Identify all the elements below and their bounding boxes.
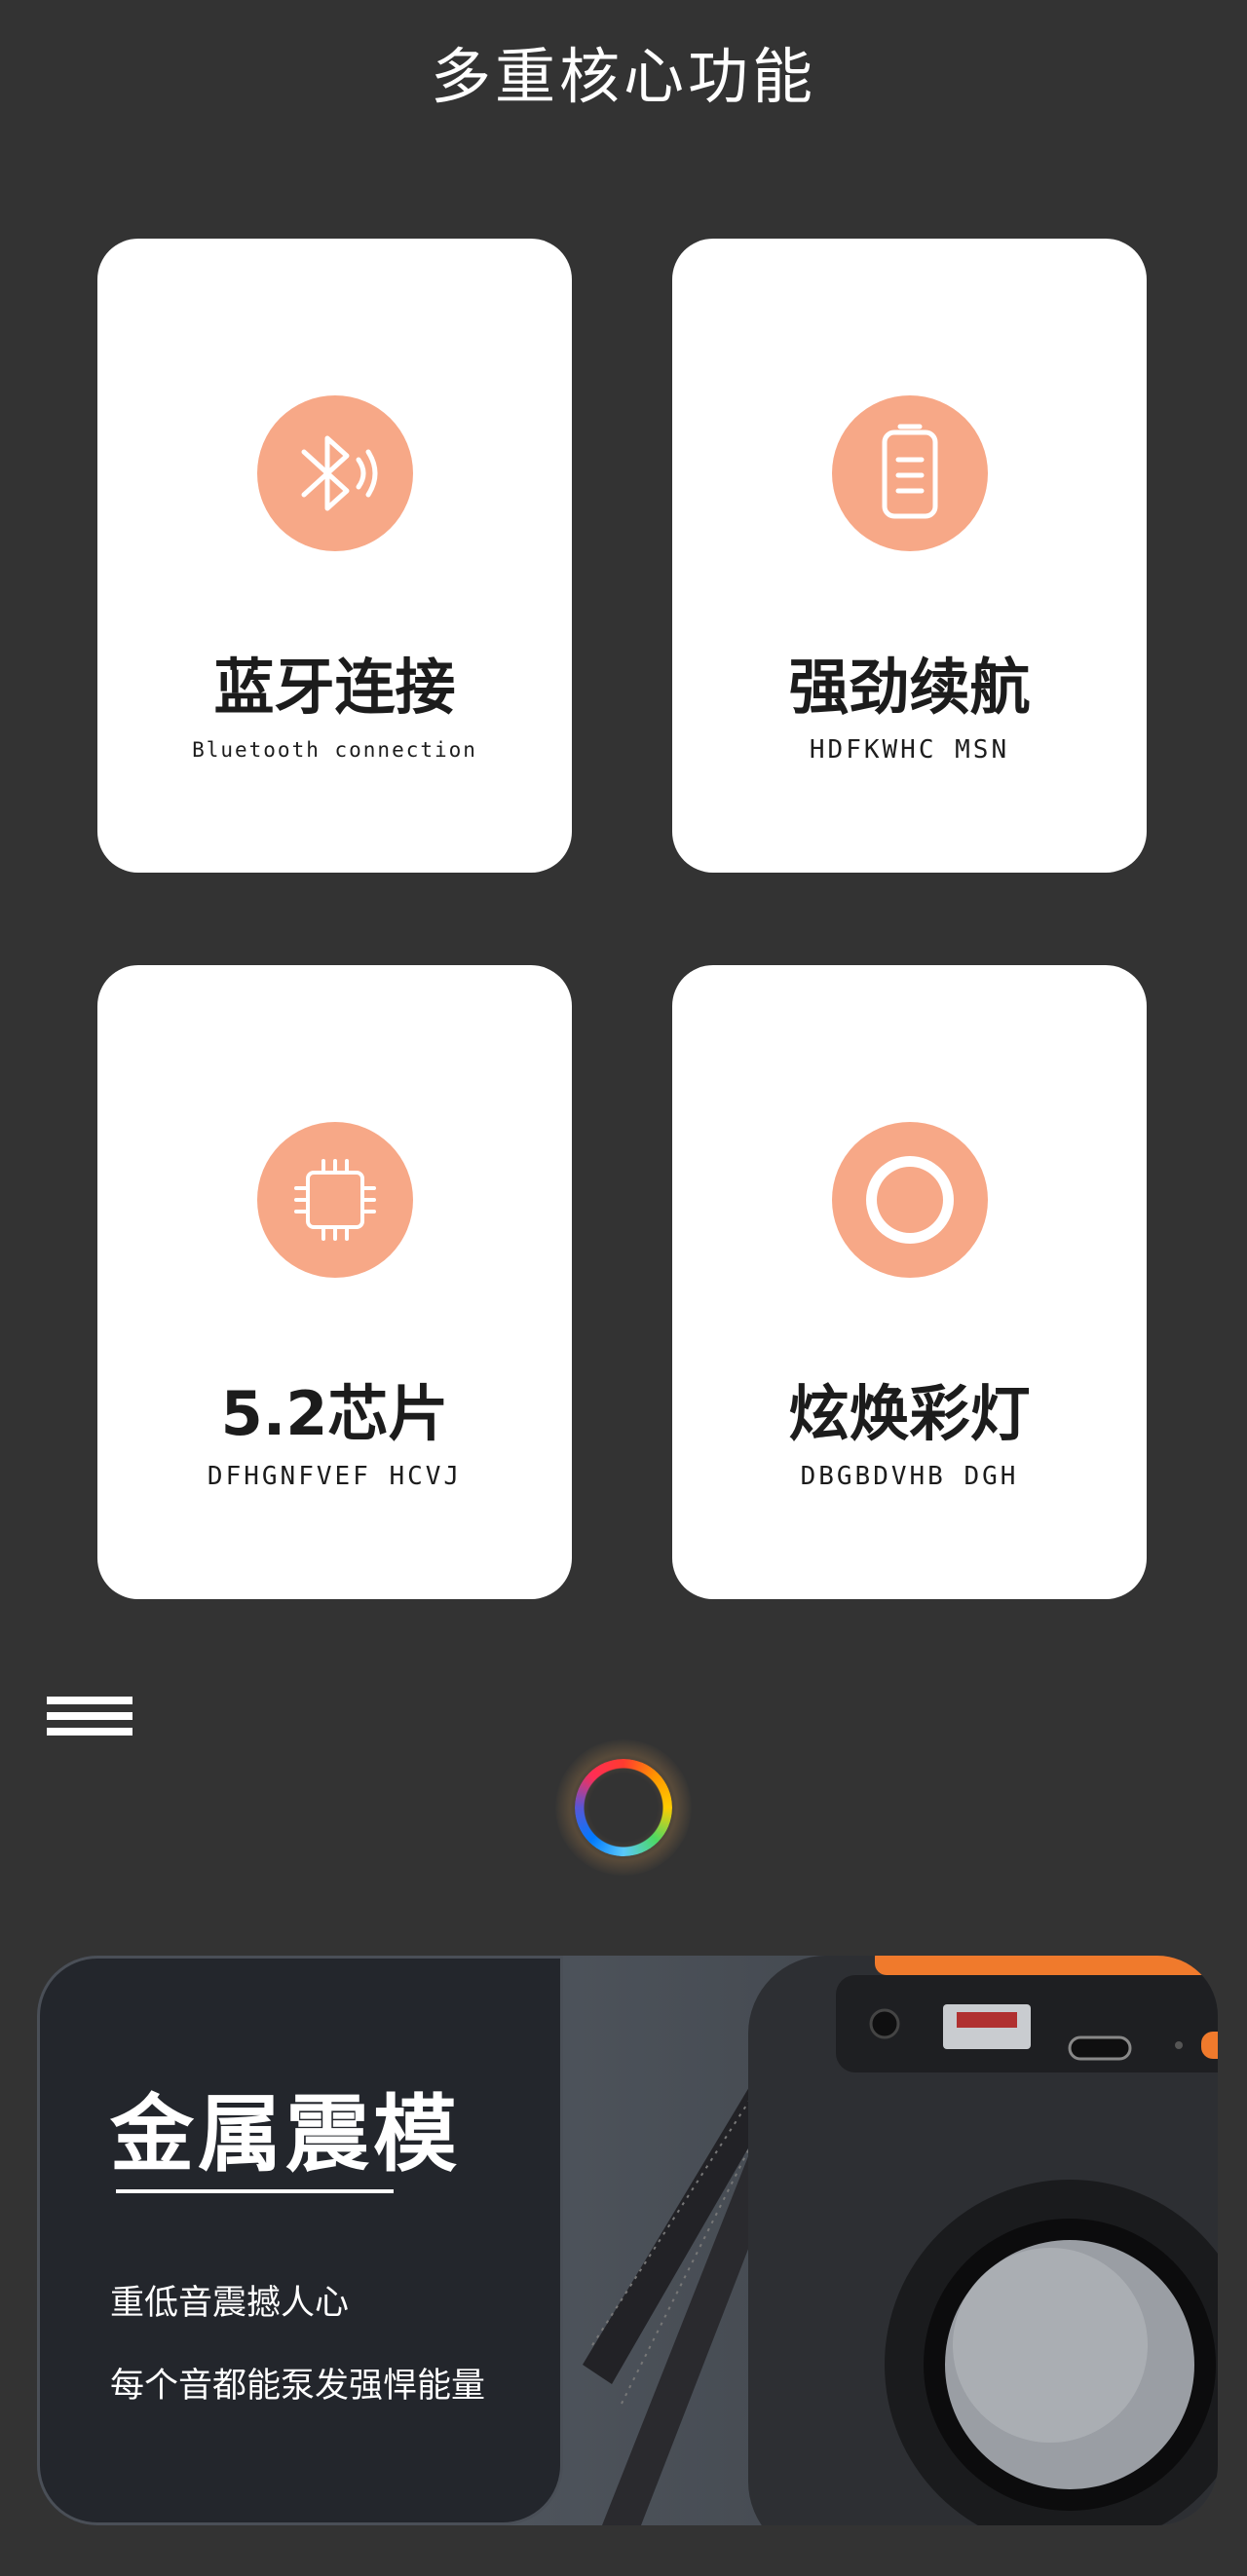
bluetooth-icon [256, 395, 413, 551]
feature-subtitle: DFHGNFVEF HCVJ [207, 1462, 463, 1491]
feature-card-bluetooth[interactable]: 蓝牙连接 Bluetooth connection [97, 239, 572, 873]
banner-divider [116, 2189, 394, 2193]
banner-text-line1: 重低音震撼人心 [110, 2284, 350, 2323]
banner-title: 金属震模 [110, 2086, 461, 2184]
metal-diaphragm-banner: 金属震模 重低音震撼人心 每个音都能泵发强悍能量 [37, 1956, 1218, 2525]
feature-subtitle: HDFKWHC MSN [809, 735, 1010, 765]
menu-icon[interactable] [47, 1697, 132, 1749]
feature-card-light[interactable]: 炫焕彩灯 DBGBDVHB DGH [672, 965, 1147, 1599]
feature-card-battery[interactable]: 强劲续航 HDFKWHC MSN [672, 239, 1147, 873]
feature-card-chip[interactable]: 5.2芯片 DFHGNFVEF HCVJ [97, 965, 572, 1599]
chip-icon [256, 1122, 413, 1278]
rainbow-ring-light [575, 1759, 672, 1856]
feature-title: 强劲续航 [788, 652, 1031, 723]
banner-text-line2: 每个音都能泵发强悍能量 [110, 2367, 486, 2406]
feature-subtitle: Bluetooth connection [192, 738, 477, 762]
feature-title: 炫焕彩灯 [788, 1378, 1031, 1449]
feature-title: 蓝牙连接 [213, 652, 456, 723]
battery-icon [831, 395, 988, 551]
ring-light-icon [831, 1122, 988, 1278]
banner-panel: 金属震模 重低音震撼人心 每个音都能泵发强悍能量 [37, 1956, 563, 2525]
speaker-image [583, 1956, 1218, 2525]
feature-subtitle: DBGBDVHB DGH [800, 1462, 1019, 1491]
section-title: 多重核心功能 [430, 41, 816, 112]
feature-title: 5.2芯片 [220, 1378, 449, 1449]
